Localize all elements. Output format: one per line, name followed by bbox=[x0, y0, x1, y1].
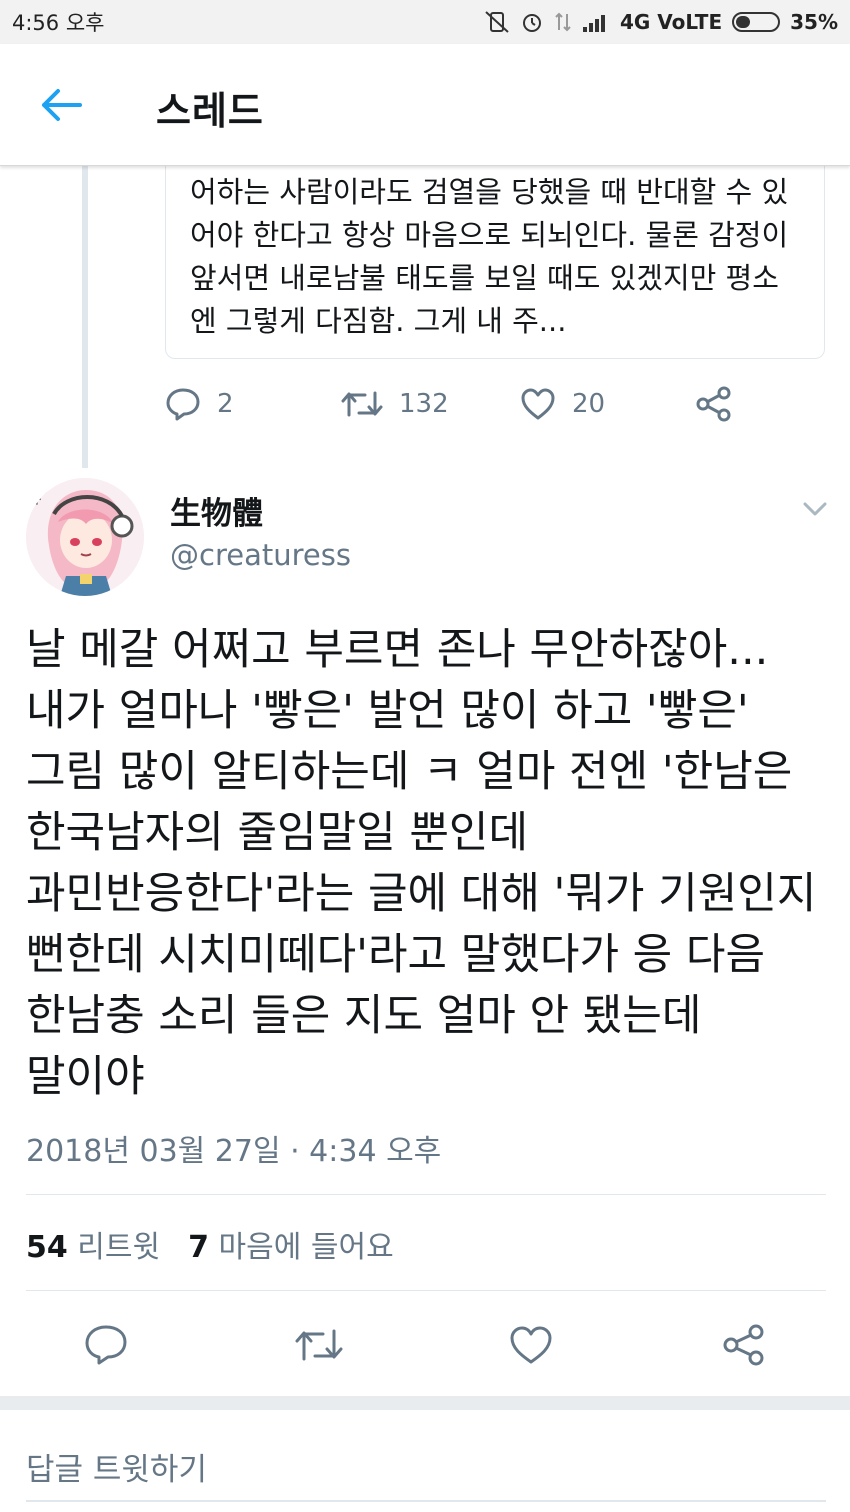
reply-icon bbox=[166, 388, 200, 421]
reply-button[interactable] bbox=[76, 1316, 136, 1374]
retweet-stat[interactable]: 54 리트윗 bbox=[26, 1222, 160, 1266]
reply-count: 2 bbox=[217, 389, 234, 419]
like-stat[interactable]: 7 마음에 들어요 bbox=[188, 1222, 394, 1266]
divider bbox=[26, 1290, 826, 1291]
share-action[interactable] bbox=[695, 380, 733, 428]
previous-tweet-actions: 2 132 20 bbox=[165, 380, 765, 428]
svg-text:ﾄﾞ: ﾄﾞ bbox=[34, 489, 50, 508]
back-arrow-icon bbox=[42, 89, 82, 121]
like-icon bbox=[521, 388, 555, 420]
like-count: 20 bbox=[572, 389, 606, 419]
reply-input-placeholder[interactable]: 답글 트윗하기 bbox=[26, 1444, 207, 1489]
like-stat-label: 마음에 들어요 bbox=[218, 1230, 394, 1265]
signal-icon bbox=[582, 15, 605, 32]
retweet-count: 132 bbox=[399, 389, 449, 419]
divider bbox=[26, 1194, 826, 1195]
tweet-menu-button[interactable] bbox=[800, 494, 830, 524]
display-name[interactable]: 生物體 bbox=[170, 488, 263, 533]
share-button[interactable] bbox=[714, 1316, 774, 1374]
user-handle[interactable]: @creaturess bbox=[170, 538, 351, 572]
reply-bar-separator bbox=[0, 1396, 850, 1410]
share-icon bbox=[696, 386, 731, 422]
app-header: 스레드 bbox=[0, 44, 850, 166]
quoted-tweet-text: 어하는 사람이라도 검열을 당했을 때 반대할 수 있어야 한다고 항상 마음으… bbox=[190, 175, 789, 338]
tweet-stats: 54 리트윗 7 마음에 들어요 bbox=[26, 1222, 394, 1266]
retweet-button[interactable] bbox=[289, 1316, 349, 1374]
reply-composer[interactable]: 답글 트윗하기 bbox=[0, 1410, 850, 1512]
like-icon bbox=[510, 1326, 552, 1364]
reply-icon bbox=[85, 1325, 127, 1365]
page-title: 스레드 bbox=[156, 89, 264, 133]
status-icons: 4G VoLTE 35% bbox=[484, 10, 838, 34]
battery-percent: 35% bbox=[790, 10, 838, 34]
retweet-stat-label: 리트윗 bbox=[77, 1230, 161, 1265]
share-icon bbox=[723, 1324, 764, 1366]
retweet-stat-count: 54 bbox=[26, 1230, 68, 1265]
avatar-illustration-icon: ﾄﾞ bbox=[26, 478, 144, 596]
quoted-tweet-card[interactable]: 어하는 사람이라도 검열을 당했을 때 반대할 수 있어야 한다고 항상 마음으… bbox=[165, 155, 825, 359]
retweet-icon bbox=[295, 1329, 343, 1361]
battery-icon bbox=[732, 12, 781, 32]
like-stat-count: 7 bbox=[188, 1230, 209, 1265]
alarm-icon bbox=[522, 14, 541, 32]
chevron-down-icon bbox=[803, 502, 827, 516]
reply-input-underline bbox=[26, 1500, 826, 1502]
retweet-action[interactable]: 132 bbox=[341, 380, 449, 428]
tweet-text: 날 메갈 어쩌고 부르면 존나 무안하잖아... 내가 얼마나 '빻은' 발언 … bbox=[26, 625, 817, 1102]
thread-connector-line bbox=[82, 166, 88, 468]
avatar[interactable]: ﾄﾞ bbox=[26, 478, 144, 596]
tweet-timestamp: 2018년 03월 27일 · 4:34 오후 bbox=[26, 1134, 442, 1169]
mute-vibrate-icon bbox=[485, 11, 509, 33]
back-button[interactable] bbox=[36, 80, 86, 130]
status-bar: 4:56 오후 4G VoLTE 35% bbox=[0, 0, 850, 44]
data-transfer-icon bbox=[555, 12, 571, 32]
tweet-actions bbox=[0, 1316, 850, 1374]
status-time: 4:56 오후 bbox=[12, 11, 105, 35]
like-button[interactable] bbox=[501, 1316, 561, 1374]
reply-action[interactable]: 2 bbox=[165, 380, 234, 428]
like-action[interactable]: 20 bbox=[520, 380, 605, 428]
retweet-icon bbox=[341, 391, 383, 417]
network-type: 4G VoLTE bbox=[619, 10, 723, 34]
